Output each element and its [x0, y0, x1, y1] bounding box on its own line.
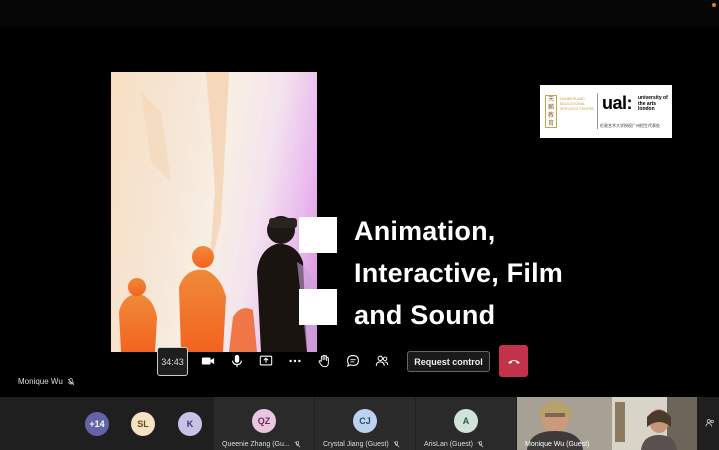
share-screen-icon — [259, 355, 273, 366]
camera-icon — [201, 357, 215, 365]
teams-meeting-window: Animation, Interactive, Film and Sound 天… — [0, 0, 719, 450]
participant-tile[interactable]: A ArisLan (Guest) — [416, 397, 516, 450]
logo-divider — [597, 93, 598, 129]
participant-video-tile[interactable]: Monique Wu (Guest) — [517, 397, 697, 450]
mic-muted-icon — [393, 441, 400, 448]
slide-title-line: Animation, — [354, 216, 496, 246]
participant-avatar: CJ — [353, 409, 377, 433]
logo-cn-vertical: 天麟教育 — [545, 95, 557, 128]
slide-title-line: and Sound — [354, 300, 496, 330]
participants-button[interactable] — [371, 350, 393, 372]
participant-name: Crystal Jiang (Guest) — [323, 441, 389, 448]
more-options-icon — [289, 359, 301, 363]
recording-indicator-icon — [712, 3, 716, 7]
shared-screen: Animation, Interactive, Film and Sound 天… — [0, 27, 719, 397]
participant-name-label: Crystal Jiang (Guest) — [323, 441, 400, 448]
slide-photo — [111, 72, 317, 352]
presenter-label: Monique Wu — [18, 377, 75, 386]
raise-hand-button[interactable] — [313, 350, 335, 372]
mic-muted-icon — [294, 441, 301, 448]
hang-up-button[interactable] — [499, 345, 528, 377]
presenter-name: Monique Wu — [18, 377, 63, 386]
participant-name-label: Queenie Zhang (Gu... — [222, 441, 301, 448]
slide-title-line: Interactive, Film — [354, 258, 563, 288]
participant-avatar[interactable]: SL — [131, 412, 155, 436]
mic-muted-icon — [477, 441, 484, 448]
raise-hand-icon — [318, 354, 329, 368]
participant-name: ArisLan (Guest) — [424, 441, 474, 448]
slide-photo-image — [119, 72, 317, 352]
people-icon[interactable] — [705, 418, 715, 428]
overflow-participants-button[interactable]: +14 — [85, 412, 109, 436]
participant-avatar[interactable]: K — [178, 412, 202, 436]
mic-muted-icon — [67, 377, 75, 385]
slide-bullet-square — [299, 217, 337, 253]
logo-cn-sub: 伦敦艺术大学授权广州招生代表处 — [600, 123, 660, 128]
logo-en-text: DUNBERLAND EDUCATIONAL SERVICES CENTRE — [560, 97, 594, 111]
top-bar — [0, 0, 719, 27]
camera-button[interactable] — [197, 350, 219, 372]
microphone-button[interactable] — [226, 350, 248, 372]
microphone-icon — [232, 354, 242, 368]
slide-title: Animation, Interactive, Film and Sound — [354, 210, 563, 336]
logo-ual-mark: ual: — [602, 93, 633, 113]
participant-name: Monique Wu (Guest) — [525, 441, 590, 448]
chat-icon — [346, 355, 359, 368]
participant-name-label: ArisLan (Guest) — [424, 441, 484, 448]
ual-logo: 天麟教育 DUNBERLAND EDUCATIONAL SERVICES CEN… — [540, 85, 672, 138]
participant-name: Queenie Zhang (Gu... — [222, 441, 290, 448]
logo-ual-sub: university of the arts london — [638, 95, 668, 112]
share-screen-button[interactable] — [255, 350, 277, 372]
more-options-button[interactable] — [284, 350, 306, 372]
chat-button[interactable] — [342, 350, 364, 372]
request-control-button[interactable]: Request control — [407, 351, 490, 372]
meeting-toolbar: 34:43 Request control — [155, 345, 528, 378]
participant-tile[interactable]: QZ Queenie Zhang (Gu... — [214, 397, 314, 450]
slide-bullet-square — [299, 289, 337, 325]
participant-strip: +14 SL K QZ Queenie Zhang (Gu... CJ Crys… — [0, 397, 719, 450]
participants-icon — [375, 355, 389, 366]
hang-up-icon — [507, 360, 520, 364]
participant-avatar: A — [454, 409, 478, 433]
meeting-timer: 34:43 — [157, 347, 188, 376]
participant-tile[interactable]: CJ Crystal Jiang (Guest) — [315, 397, 415, 450]
participant-avatar: QZ — [252, 409, 276, 433]
